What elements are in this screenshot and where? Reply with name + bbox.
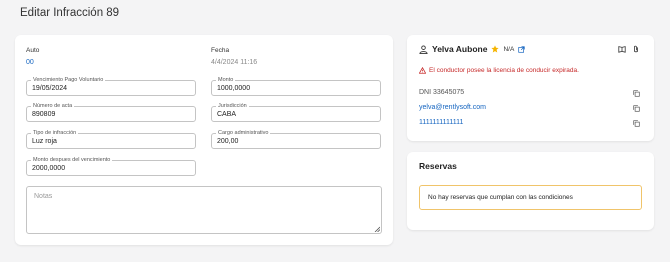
jurisdiccion-value: CABA (217, 111, 237, 118)
reservas-card: Reservas No hay reservas que cumplan con… (407, 152, 654, 230)
numero-acta-value: 890809 (32, 111, 56, 118)
driver-card: Yelva Aubone N/A El conductor posee la l… (407, 35, 654, 141)
monto-despues-field[interactable]: Monto despues del vencimiento 2000,0000 (26, 156, 196, 176)
driver-name: Yelva Aubone (432, 44, 488, 54)
tipo-infraccion-label: Tipo de infracción (31, 129, 79, 137)
license-expired-alert: El conductor posee la licencia de conduc… (419, 67, 579, 74)
open-external-icon[interactable] (518, 45, 525, 53)
jurisdiccion-label: Jurisdicción (216, 102, 249, 110)
copy-email-icon[interactable] (633, 105, 640, 112)
notas-textarea[interactable]: Notas (26, 186, 382, 234)
driver-dni: DNI 33645075 (419, 89, 465, 96)
license-book-icon[interactable] (618, 45, 626, 53)
reservas-empty-message: No hay reservas que cumplan con las cond… (428, 194, 573, 201)
driver-email[interactable]: yelva@rentlysoft.com (419, 104, 486, 111)
vehicle-label: Auto (26, 47, 40, 54)
resize-grip-icon[interactable] (374, 226, 380, 232)
infraction-form-card: Auto 00 Fecha 4/4/2024 11:16 Vencimiento… (15, 35, 393, 245)
jurisdiccion-field[interactable]: Jurisdicción CABA (211, 102, 381, 122)
license-expired-text: El conductor posee la licencia de conduc… (429, 67, 579, 74)
monto-field[interactable]: Monto 1000,0000 (211, 76, 381, 96)
monto-value: 1000,0000 (217, 85, 251, 92)
reservas-empty-notice: No hay reservas que cumplan con las cond… (419, 185, 642, 210)
cargo-admin-label: Cargo administrativo (216, 129, 271, 137)
driver-phone[interactable]: 1111111111111 (419, 119, 463, 126)
copy-phone-icon[interactable] (633, 120, 640, 127)
vencimiento-label: Vencimiento Pago Voluntario (31, 76, 106, 84)
monto-despues-value: 2000,0000 (32, 165, 66, 172)
monto-despues-label: Monto despues del vencimiento (31, 156, 113, 164)
vencimiento-field[interactable]: Vencimiento Pago Voluntario 19/05/2024 (26, 76, 196, 96)
numero-acta-field[interactable]: Número de acta 890809 (26, 102, 196, 122)
attachment-icon[interactable] (632, 45, 640, 53)
copy-dni-icon[interactable] (633, 90, 640, 97)
vehicle-link[interactable]: 00 (26, 59, 34, 66)
person-icon (419, 44, 428, 54)
monto-label: Monto (216, 76, 236, 84)
warning-icon (419, 67, 426, 74)
page-title: Editar Infracción 89 (20, 7, 120, 19)
fecha-value: 4/4/2024 11:16 (211, 59, 258, 66)
star-icon (491, 45, 500, 53)
cargo-admin-field[interactable]: Cargo administrativo 200,00 (211, 129, 381, 149)
fecha-label: Fecha (211, 47, 230, 54)
numero-acta-label: Número de acta (31, 102, 75, 110)
reservas-title: Reservas (419, 161, 457, 171)
tipo-infraccion-field[interactable]: Tipo de infracción Luz roja (26, 129, 196, 149)
tipo-infraccion-value: Luz roja (32, 138, 57, 145)
cargo-admin-value: 200,00 (217, 138, 239, 145)
vencimiento-value: 19/05/2024 (32, 85, 68, 92)
notas-placeholder: Notas (34, 193, 53, 200)
driver-rating: N/A (503, 45, 515, 53)
